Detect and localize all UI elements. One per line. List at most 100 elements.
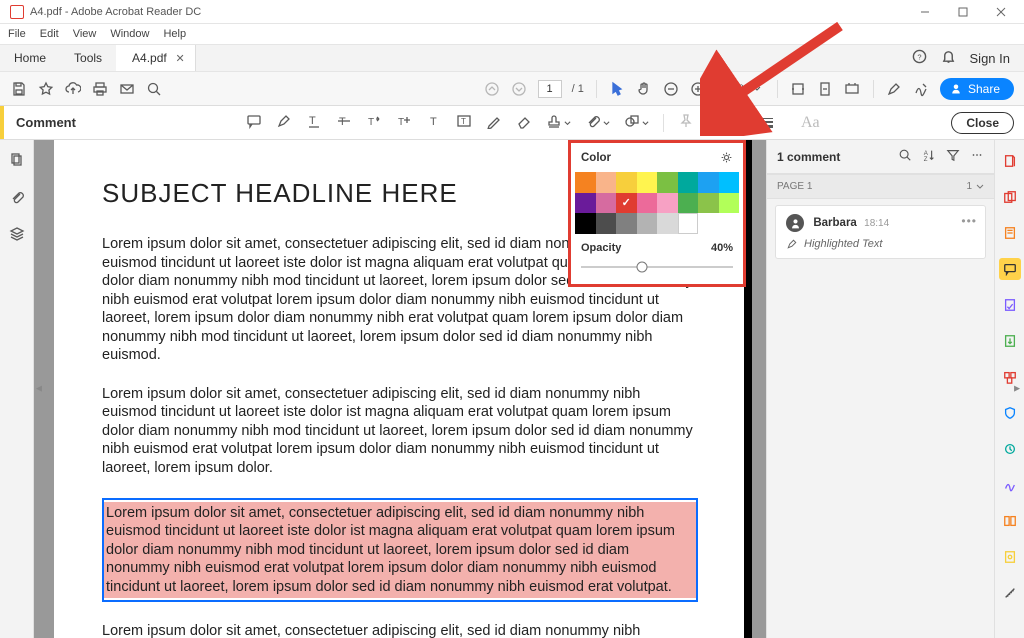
color-swatch[interactable] bbox=[698, 193, 719, 214]
menu-window[interactable]: Window bbox=[110, 28, 149, 40]
color-swatch[interactable] bbox=[657, 172, 678, 193]
highlighted-selection[interactable]: Lorem ipsum dolor sit amet, consectetuer… bbox=[102, 498, 698, 603]
color-picker-button[interactable] bbox=[723, 116, 737, 130]
color-swatch[interactable] bbox=[657, 213, 678, 234]
upload-cloud-icon[interactable] bbox=[64, 80, 81, 97]
window-minimize-button[interactable] bbox=[906, 0, 944, 24]
menu-file[interactable]: File bbox=[8, 28, 26, 40]
color-swatch[interactable] bbox=[575, 193, 596, 214]
color-swatch[interactable] bbox=[596, 213, 617, 234]
prev-page-handle[interactable]: ◄ bbox=[34, 384, 44, 395]
filter-comments-icon[interactable] bbox=[946, 148, 960, 165]
compare-icon[interactable] bbox=[999, 510, 1021, 532]
tab-tools[interactable]: Tools bbox=[60, 45, 116, 71]
color-swatch[interactable] bbox=[678, 172, 699, 193]
color-swatch[interactable] bbox=[678, 213, 699, 234]
page-up-icon[interactable] bbox=[484, 80, 501, 97]
window-maximize-button[interactable] bbox=[944, 0, 982, 24]
page-current-input[interactable]: 1 bbox=[538, 80, 562, 98]
strikethrough-icon[interactable]: T bbox=[336, 113, 352, 132]
optimize-icon[interactable] bbox=[999, 438, 1021, 460]
color-swatch[interactable] bbox=[596, 193, 617, 214]
edit-pdf-icon[interactable] bbox=[999, 222, 1021, 244]
zoom-in-icon[interactable] bbox=[690, 80, 707, 97]
more-options-icon[interactable] bbox=[970, 148, 984, 165]
measure-icon[interactable] bbox=[999, 582, 1021, 604]
read-mode-icon[interactable] bbox=[844, 80, 861, 97]
color-swatch[interactable] bbox=[637, 213, 658, 234]
drawing-tools[interactable] bbox=[624, 113, 649, 132]
document-viewport[interactable]: ◄ SUBJECT HEADLINE HERE Lorem ipsum dolo… bbox=[34, 140, 766, 638]
comment-tool-icon[interactable] bbox=[999, 258, 1021, 280]
protect-icon[interactable] bbox=[999, 402, 1021, 424]
pointer-icon[interactable] bbox=[609, 80, 626, 97]
color-swatch[interactable] bbox=[637, 193, 658, 214]
create-pdf-icon[interactable] bbox=[999, 150, 1021, 172]
highlight-icon[interactable] bbox=[886, 80, 903, 97]
more-tools-icon[interactable] bbox=[999, 546, 1021, 568]
close-comment-button[interactable]: Close bbox=[951, 112, 1014, 134]
replace-text-icon[interactable]: T bbox=[366, 113, 382, 132]
color-swatch[interactable] bbox=[616, 213, 637, 234]
layers-icon[interactable] bbox=[9, 226, 25, 245]
menu-help[interactable]: Help bbox=[163, 28, 186, 40]
comment-card[interactable]: Barbara 18:14 ••• Highlighted Text bbox=[775, 205, 986, 259]
help-icon[interactable]: ? bbox=[912, 49, 927, 67]
sign-tool-icon[interactable] bbox=[999, 474, 1021, 496]
zoom-out-icon[interactable] bbox=[663, 80, 680, 97]
line-weight-button[interactable] bbox=[757, 118, 773, 128]
eraser-icon[interactable] bbox=[516, 113, 532, 132]
tab-home[interactable]: Home bbox=[0, 45, 60, 71]
fit-page-icon[interactable] bbox=[817, 80, 834, 97]
sign-in-button[interactable]: Sign In bbox=[970, 51, 1010, 66]
color-swatch[interactable] bbox=[616, 193, 637, 214]
attach-tool[interactable] bbox=[585, 113, 610, 132]
color-swatch[interactable] bbox=[596, 172, 617, 193]
window-close-button[interactable] bbox=[982, 0, 1020, 24]
text-box-icon[interactable]: T bbox=[456, 113, 472, 132]
attachments-icon[interactable] bbox=[9, 189, 25, 208]
color-swatch[interactable] bbox=[698, 172, 719, 193]
hand-icon[interactable] bbox=[636, 80, 653, 97]
search-icon[interactable] bbox=[145, 80, 162, 97]
gear-icon[interactable] bbox=[720, 151, 733, 164]
menu-edit[interactable]: Edit bbox=[40, 28, 59, 40]
insert-text-icon[interactable]: T bbox=[396, 113, 412, 132]
combine-files-icon[interactable] bbox=[999, 186, 1021, 208]
color-swatch[interactable] bbox=[719, 193, 740, 214]
pin-icon[interactable] bbox=[678, 113, 694, 132]
underline-text-icon[interactable]: T bbox=[306, 113, 322, 132]
thumbnails-icon[interactable] bbox=[9, 152, 25, 171]
opacity-slider[interactable] bbox=[581, 260, 733, 274]
page-down-icon[interactable] bbox=[511, 80, 528, 97]
fill-sign-icon[interactable] bbox=[999, 294, 1021, 316]
color-swatch[interactable] bbox=[575, 172, 596, 193]
color-swatch[interactable] bbox=[678, 193, 699, 214]
tab-close-icon[interactable]: ✕ bbox=[176, 52, 185, 65]
color-swatch[interactable] bbox=[719, 172, 740, 193]
comments-page-group[interactable]: PAGE 1 1 bbox=[767, 174, 994, 199]
zoom-select[interactable]: 150% bbox=[717, 81, 765, 97]
sign-icon[interactable] bbox=[913, 80, 930, 97]
print-icon[interactable] bbox=[91, 80, 108, 97]
color-swatch[interactable] bbox=[616, 172, 637, 193]
sticky-note-icon[interactable] bbox=[246, 113, 262, 132]
color-swatch[interactable] bbox=[637, 172, 658, 193]
next-page-handle[interactable]: ► bbox=[1012, 384, 1022, 395]
mail-icon[interactable] bbox=[118, 80, 135, 97]
save-icon[interactable] bbox=[10, 80, 27, 97]
pencil-draw-icon[interactable] bbox=[486, 113, 502, 132]
sort-comments-icon[interactable]: AZ bbox=[922, 148, 936, 165]
bell-icon[interactable] bbox=[941, 49, 956, 67]
search-comments-icon[interactable] bbox=[898, 148, 912, 165]
color-swatch[interactable] bbox=[657, 193, 678, 214]
star-icon[interactable] bbox=[37, 80, 54, 97]
export-pdf-icon[interactable] bbox=[999, 330, 1021, 352]
tab-document[interactable]: A4.pdf ✕ bbox=[116, 45, 196, 71]
fit-width-icon[interactable] bbox=[790, 80, 807, 97]
stamp-tool[interactable] bbox=[546, 113, 571, 132]
color-swatch[interactable] bbox=[575, 213, 596, 234]
menu-view[interactable]: View bbox=[73, 28, 97, 40]
share-button[interactable]: Share bbox=[940, 78, 1014, 100]
comment-more-icon[interactable]: ••• bbox=[961, 214, 977, 228]
